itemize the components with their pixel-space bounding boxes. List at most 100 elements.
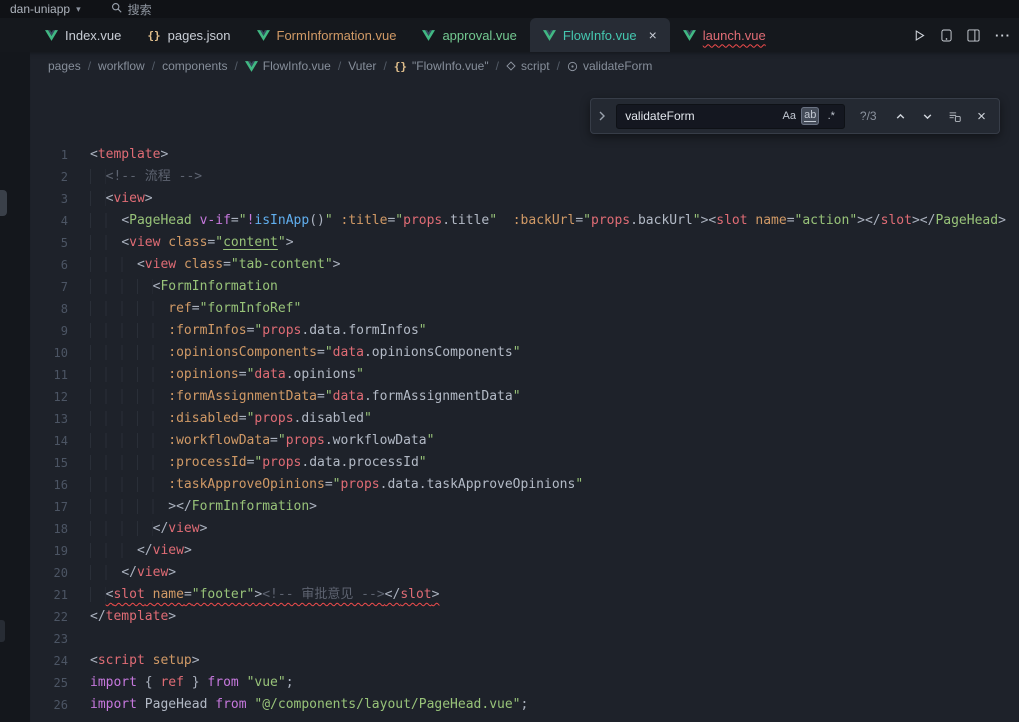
code-token: props: [262, 323, 301, 338]
line-number[interactable]: 25: [30, 672, 90, 694]
indent-guides: [90, 367, 168, 382]
breadcrumb-item-flowinfo-vue[interactable]: FlowInfo.vue: [245, 59, 331, 73]
line-number[interactable]: 23: [30, 628, 90, 650]
code-line-13[interactable]: 13 :disabled="props.disabled": [30, 408, 1019, 430]
breadcrumb-item-components[interactable]: components: [162, 59, 227, 73]
code-line-14[interactable]: 14 :workflowData="props.workflowData": [30, 430, 1019, 452]
code-token: ": [513, 389, 521, 404]
rail-marker[interactable]: [0, 190, 7, 216]
code-token: script: [98, 653, 145, 668]
line-number[interactable]: 7: [30, 276, 90, 298]
breadcrumb-item-validateform[interactable]: validateForm: [567, 59, 652, 73]
code-line-24[interactable]: 24<script setup>: [30, 650, 1019, 672]
toggle-replace-chevron-icon[interactable]: [595, 111, 608, 121]
code-token: formAssignmentData: [372, 389, 513, 404]
code-token: .: [442, 213, 450, 228]
rail-marker[interactable]: [0, 620, 5, 642]
code-line-20[interactable]: 20 </view>: [30, 562, 1019, 584]
line-number[interactable]: 24: [30, 650, 90, 672]
code-line-26[interactable]: 26import PageHead from "@/components/lay…: [30, 694, 1019, 716]
breadcrumb-item--flowinfo-vue-[interactable]: {}"FlowInfo.vue": [394, 59, 489, 73]
regex-toggle[interactable]: .*: [822, 107, 840, 125]
code-line-15[interactable]: 15 :processId="props.data.processId": [30, 452, 1019, 474]
code-line-3[interactable]: 3 <view>: [30, 188, 1019, 210]
line-number[interactable]: 17: [30, 496, 90, 518]
line-number[interactable]: 21: [30, 584, 90, 606]
tab-approval-vue[interactable]: approval.vue: [409, 18, 529, 52]
split-editor-button[interactable]: [967, 29, 980, 42]
code-line-6[interactable]: 6 <view class="tab-content">: [30, 254, 1019, 276]
project-selector[interactable]: dan-uniapp ▾: [10, 2, 81, 16]
line-number[interactable]: 20: [30, 562, 90, 584]
find-match-count: ?/3: [853, 109, 883, 123]
line-number[interactable]: 19: [30, 540, 90, 562]
line-number[interactable]: 14: [30, 430, 90, 452]
code-line-7[interactable]: 7 <FormInformation: [30, 276, 1019, 298]
line-number[interactable]: 13: [30, 408, 90, 430]
find-in-selection-button[interactable]: [945, 106, 964, 126]
tab-forminformation-vue[interactable]: FormInformation.vue: [244, 18, 410, 52]
line-number[interactable]: 5: [30, 232, 90, 254]
code-line-5[interactable]: 5 <view class="content">: [30, 232, 1019, 254]
find-input[interactable]: Aaab .*: [616, 104, 845, 129]
line-number[interactable]: 9: [30, 320, 90, 342]
code-token: :opinionsComponents: [168, 345, 317, 360]
find-previous-button[interactable]: [891, 106, 910, 126]
tab-pages-json[interactable]: {}pages.json: [134, 18, 243, 52]
breadcrumb-item-pages[interactable]: pages: [48, 59, 81, 73]
code-line-8[interactable]: 8 ref="formInfoRef": [30, 298, 1019, 320]
code-line-1[interactable]: 1<template>: [30, 144, 1019, 166]
whole-word-toggle[interactable]: ab: [801, 107, 819, 125]
code-line-22[interactable]: 22</template>: [30, 606, 1019, 628]
find-next-button[interactable]: [918, 106, 937, 126]
line-number[interactable]: 16: [30, 474, 90, 496]
code-token: >: [168, 565, 176, 580]
line-number[interactable]: 4: [30, 210, 90, 232]
breadcrumb-item-script[interactable]: script: [506, 59, 550, 73]
find-close-button[interactable]: ×: [972, 106, 991, 126]
line-number[interactable]: 18: [30, 518, 90, 540]
vue-icon: [422, 30, 435, 41]
line-number[interactable]: 2: [30, 166, 90, 188]
code-line-21[interactable]: 21 <slot name="footer"><!-- 审批意见 --></sl…: [30, 584, 1019, 606]
code-line-19[interactable]: 19 </view>: [30, 540, 1019, 562]
line-number[interactable]: 11: [30, 364, 90, 386]
code-line-9[interactable]: 9 :formInfos="props.data.formInfos": [30, 320, 1019, 342]
line-number[interactable]: 10: [30, 342, 90, 364]
line-number[interactable]: 6: [30, 254, 90, 276]
code-token: ref: [168, 301, 191, 316]
code-line-25[interactable]: 25import { ref } from "vue";: [30, 672, 1019, 694]
code-line-2[interactable]: 2 <!-- 流程 -->: [30, 166, 1019, 188]
global-search[interactable]: 搜索: [111, 1, 152, 18]
code-line-12[interactable]: 12 :formAssignmentData="data.formAssignm…: [30, 386, 1019, 408]
line-number[interactable]: 3: [30, 188, 90, 210]
code-line-16[interactable]: 16 :taskApproveOpinions="props.data.task…: [30, 474, 1019, 496]
run-button[interactable]: [913, 29, 926, 42]
code-line-18[interactable]: 18 </view>: [30, 518, 1019, 540]
line-number[interactable]: 22: [30, 606, 90, 628]
tab-launch-vue[interactable]: launch.vue: [670, 18, 779, 52]
code-text: <slot name="footer"><!-- 审批意见 --></slot>: [90, 584, 439, 606]
more-actions-button[interactable]: ···: [995, 28, 1011, 43]
tab-flowinfo-vue[interactable]: FlowInfo.vue×: [530, 18, 670, 52]
line-number[interactable]: 12: [30, 386, 90, 408]
match-case-toggle[interactable]: Aa: [780, 107, 798, 125]
code-line-23[interactable]: 23: [30, 628, 1019, 650]
tab-index-vue[interactable]: Index.vue: [32, 18, 134, 52]
line-number[interactable]: 15: [30, 452, 90, 474]
breadcrumb-item-workflow[interactable]: workflow: [98, 59, 145, 73]
line-number[interactable]: 1: [30, 144, 90, 166]
toggle-label: ab: [804, 110, 816, 123]
code-line-17[interactable]: 17 ></FormInformation>: [30, 496, 1019, 518]
code-line-4[interactable]: 4 <PageHead v-if="!isInApp()" :title="pr…: [30, 210, 1019, 232]
indent-guides: [90, 169, 106, 184]
close-icon[interactable]: ×: [649, 28, 657, 42]
line-number[interactable]: 8: [30, 298, 90, 320]
code-line-10[interactable]: 10 :opinionsComponents="data.opinionsCom…: [30, 342, 1019, 364]
line-number[interactable]: 26: [30, 694, 90, 716]
find-query-input[interactable]: [625, 109, 780, 123]
preview-device-button[interactable]: [941, 29, 952, 42]
code-line-11[interactable]: 11 :opinions="data.opinions": [30, 364, 1019, 386]
code-editor[interactable]: 1<template>2 <!-- 流程 -->3 <view>4 <PageH…: [30, 80, 1019, 722]
breadcrumb-item-vuter[interactable]: Vuter: [348, 59, 376, 73]
